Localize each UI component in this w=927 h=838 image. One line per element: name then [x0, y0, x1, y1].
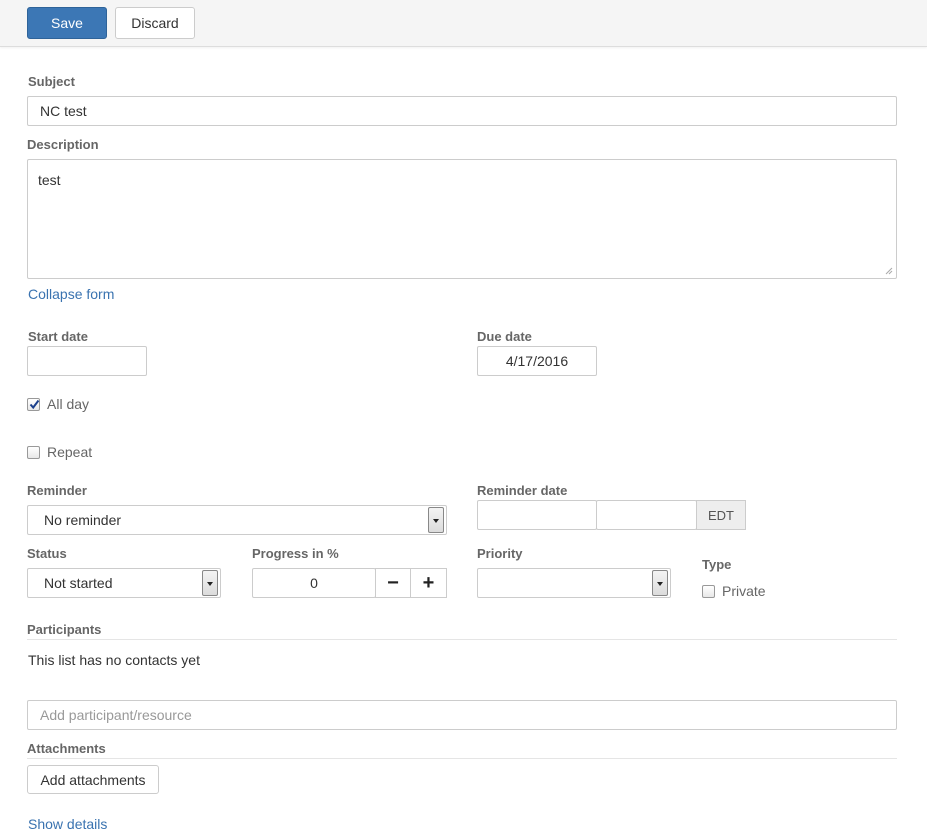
show-details-link[interactable]: Show details — [28, 816, 107, 832]
type-label: Type — [702, 557, 732, 572]
decrement-button[interactable]: − — [375, 568, 411, 598]
all-day-label: All day — [47, 396, 90, 412]
add-attachments-button[interactable]: Add attachments — [27, 765, 159, 794]
minus-icon: − — [387, 571, 399, 594]
due-date-input[interactable]: 4/17/2016 — [477, 346, 597, 376]
chevron-down-icon[interactable] — [428, 507, 444, 533]
save-button[interactable]: Save — [27, 7, 107, 39]
add-participant-input[interactable]: Add participant/resource — [27, 700, 897, 730]
discard-button[interactable]: Discard — [115, 7, 195, 39]
reminder-date-input[interactable] — [477, 500, 597, 530]
reminder-date-label: Reminder date — [477, 483, 568, 498]
resize-grip-icon[interactable] — [885, 267, 893, 275]
private-checkbox[interactable] — [702, 585, 715, 598]
progress-input[interactable]: 0 — [252, 568, 376, 598]
attachments-heading: Attachments — [27, 741, 106, 756]
toolbar: Save Discard — [0, 0, 927, 47]
attachments-divider — [27, 758, 897, 759]
plus-icon: + — [422, 571, 435, 594]
participants-divider — [27, 639, 897, 640]
description-label: Description — [27, 137, 99, 152]
status-select[interactable]: Not started — [27, 568, 221, 598]
progress-value: 0 — [310, 575, 318, 591]
reminder-selected: No reminder — [44, 512, 122, 528]
repeat-checkbox[interactable] — [27, 446, 40, 459]
subject-value: NC test — [40, 103, 87, 119]
increment-button[interactable]: + — [410, 568, 447, 598]
priority-select[interactable] — [477, 568, 671, 598]
subject-input[interactable]: NC test — [27, 96, 897, 126]
collapse-form-link[interactable]: Collapse form — [28, 286, 114, 302]
private-label: Private — [722, 583, 766, 599]
due-date-value: 4/17/2016 — [505, 353, 569, 369]
progress-label: Progress in % — [252, 546, 339, 561]
participants-empty-text: This list has no contacts yet — [28, 652, 200, 668]
reminder-label: Reminder — [27, 483, 87, 498]
subject-label: Subject — [28, 74, 75, 89]
start-date-label: Start date — [28, 329, 88, 344]
chevron-down-icon[interactable] — [652, 570, 668, 596]
reminder-time-input[interactable] — [596, 500, 697, 530]
reminder-select[interactable]: No reminder — [27, 505, 447, 535]
description-textarea[interactable]: test — [27, 159, 897, 279]
checkmark-icon — [29, 399, 40, 410]
add-participant-placeholder: Add participant/resource — [40, 707, 192, 723]
chevron-down-icon[interactable] — [202, 570, 218, 596]
participants-heading: Participants — [27, 622, 102, 637]
description-value: test — [38, 172, 61, 188]
timezone-addon: EDT — [696, 500, 746, 530]
status-label: Status — [27, 546, 67, 561]
priority-label: Priority — [477, 546, 523, 561]
all-day-checkbox[interactable] — [27, 398, 40, 411]
start-date-input[interactable] — [27, 346, 147, 376]
repeat-label: Repeat — [47, 444, 93, 460]
due-date-label: Due date — [477, 329, 532, 344]
status-selected: Not started — [44, 575, 113, 591]
